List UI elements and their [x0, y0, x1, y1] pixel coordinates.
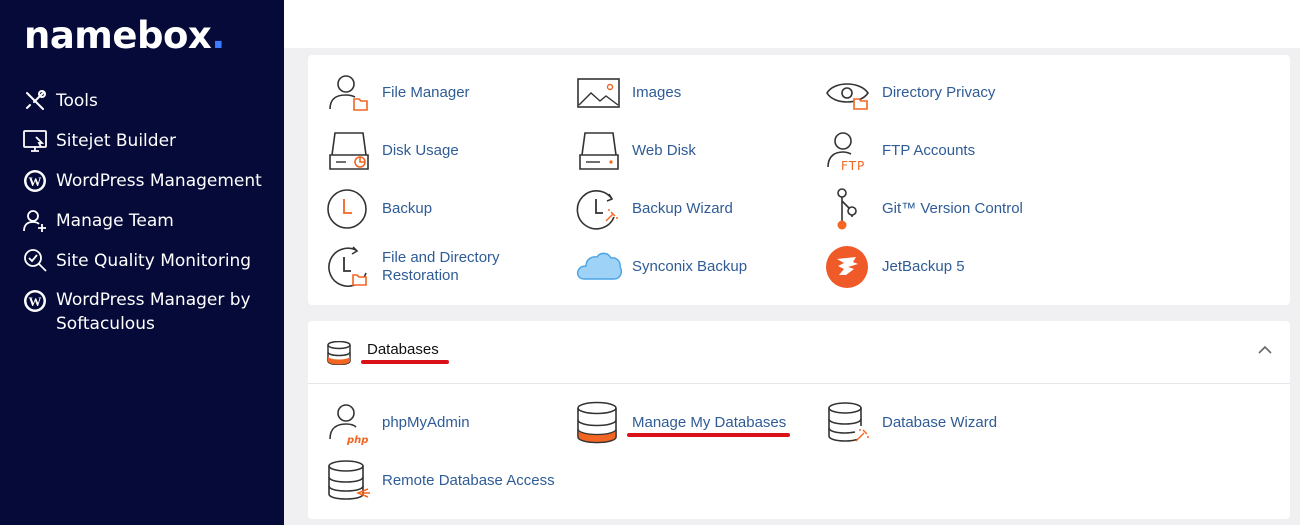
tool-manage-my-databases[interactable]: Manage My Databases: [576, 401, 786, 445]
database-icon: [327, 341, 351, 365]
tool-ftp-accounts[interactable]: FTP FTP Accounts: [826, 129, 975, 173]
sidebar-item-wordpress-manager-softaculous[interactable]: W WordPress Manager by Softaculous: [22, 288, 262, 344]
annotation-underline: [627, 433, 790, 437]
sidebar-item-label: Manage Team: [56, 211, 174, 231]
svg-text:W: W: [29, 174, 42, 189]
tool-label: Images: [632, 84, 682, 101]
file-manager-icon: [329, 75, 368, 111]
tool-phpmyadmin[interactable]: php phpMyAdmin: [326, 401, 470, 445]
sidebar-nav: Tools Sitejet Builder W WordPress Manage…: [22, 88, 262, 344]
sidebar-item-label: WordPress Manager by Softaculous: [56, 290, 251, 334]
sidebar-item-tools[interactable]: Tools: [22, 88, 262, 128]
sidebar-item-label: Site Quality Monitoring: [56, 251, 252, 271]
tool-label: Database Wizard: [882, 414, 998, 431]
tool-images[interactable]: Images: [576, 71, 681, 115]
tool-file-manager[interactable]: File Manager: [326, 71, 470, 115]
backup-icon: [327, 189, 367, 229]
tool-label: JetBackup 5: [882, 258, 965, 275]
tool-label: FTP Accounts: [882, 142, 976, 159]
databases-section-header[interactable]: Databases: [308, 321, 1290, 384]
tool-label: Remote Database Access: [382, 472, 555, 489]
database-icon: [577, 401, 617, 444]
sidebar-item-wordpress-management[interactable]: W WordPress Management: [22, 168, 262, 208]
disk-usage-icon: [329, 132, 369, 170]
tool-web-disk[interactable]: Web Disk: [576, 129, 696, 173]
sidebar-item-site-quality-monitoring[interactable]: Site Quality Monitoring: [22, 248, 262, 288]
tool-label: Git™ Version Control: [882, 200, 1023, 217]
tool-backup-wizard[interactable]: Backup Wizard: [576, 187, 733, 231]
tool-label: Synconix Backup: [632, 258, 748, 275]
brand-logo[interactable]: namebox.: [24, 14, 225, 57]
phpmyadmin-icon: php: [329, 404, 368, 445]
ftp-accounts-icon: FTP: [827, 132, 865, 173]
directory-privacy-icon: [826, 83, 869, 110]
web-disk-icon: [579, 132, 619, 170]
sidebar-item-manage-team[interactable]: Manage Team: [22, 208, 262, 248]
tool-label: Directory Privacy: [882, 84, 996, 101]
tool-label: Disk Usage: [382, 142, 459, 159]
images-icon: [577, 78, 620, 108]
tool-label: File and Directory Restoration: [382, 249, 500, 284]
jetbackup-icon: [826, 246, 868, 288]
cloud-icon: [576, 252, 622, 280]
database-wizard-icon: [828, 402, 869, 442]
chevron-up-icon[interactable]: [1258, 343, 1272, 357]
svg-text:php: php: [346, 435, 368, 445]
remote-database-icon: [328, 460, 370, 500]
restoration-icon: [328, 246, 367, 287]
svg-text:FTP: FTP: [841, 159, 865, 173]
tool-git-version-control[interactable]: Git™ Version Control: [826, 187, 1023, 231]
tool-disk-usage[interactable]: Disk Usage: [326, 129, 459, 173]
git-icon: [837, 188, 857, 230]
databases-section-title: Databases: [367, 341, 439, 358]
top-header: [284, 0, 1300, 48]
wordpress-icon: W: [24, 290, 46, 312]
sidebar: namebox. Tools Sitejet Builder W WordPre…: [0, 0, 284, 525]
tool-remote-database-access[interactable]: Remote Database Access: [326, 459, 555, 503]
tool-directory-privacy[interactable]: Directory Privacy: [826, 71, 995, 115]
svg-text:W: W: [29, 294, 42, 309]
sidebar-item-label: WordPress Management: [56, 171, 262, 191]
tool-label: Backup Wizard: [632, 200, 733, 217]
wordpress-icon: W: [24, 170, 46, 192]
tool-label: File Manager: [382, 84, 470, 101]
sitejet-icon: [23, 130, 47, 152]
annotation-underline: [361, 360, 449, 364]
sidebar-item-label: Tools: [56, 91, 98, 111]
backup-wizard-icon: [576, 190, 618, 230]
sidebar-item-sitejet-builder[interactable]: Sitejet Builder: [22, 128, 262, 168]
tool-jetbackup[interactable]: JetBackup 5: [826, 245, 965, 289]
manage-team-icon: [23, 210, 46, 232]
tool-database-wizard[interactable]: Database Wizard: [826, 401, 997, 445]
tool-label: Web Disk: [632, 142, 696, 159]
tool-label: Backup: [382, 200, 433, 217]
tool-label: phpMyAdmin: [382, 414, 470, 431]
site-quality-icon: [24, 249, 47, 272]
sidebar-item-label: Sitejet Builder: [56, 131, 177, 151]
tool-backup[interactable]: Backup: [326, 187, 432, 231]
tools-icon: [26, 90, 46, 110]
tool-synconix-backup[interactable]: Synconix Backup: [576, 245, 747, 289]
tool-file-directory-restoration[interactable]: File and Directory Restoration: [326, 245, 512, 289]
tool-label: Manage My Databases: [632, 414, 787, 431]
